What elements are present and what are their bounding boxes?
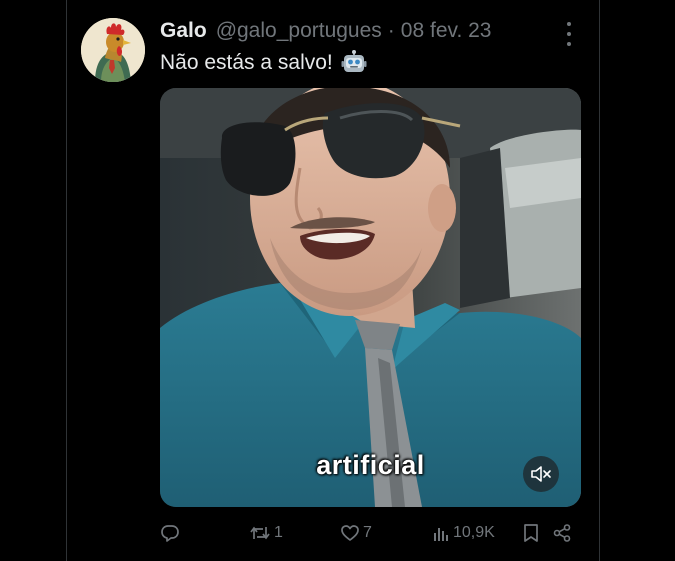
reply-button[interactable]: [160, 520, 180, 546]
tweet-date[interactable]: 08 fev. 23: [401, 19, 492, 43]
like-count: 7: [363, 524, 372, 541]
video-player[interactable]: artificial: [160, 88, 581, 507]
views-count: 10,9K: [453, 524, 495, 541]
action-bar: 1 7 10,9K: [160, 520, 581, 546]
like-button[interactable]: 7: [340, 520, 372, 546]
tweet-header: Galo @galo_portugues · 08 fev. 23: [160, 18, 491, 44]
retweet-icon: [250, 526, 270, 540]
author-name[interactable]: Galo: [160, 19, 207, 43]
robot-icon: [341, 50, 367, 76]
retweet-button[interactable]: 1: [249, 520, 283, 546]
bookmark-icon: [524, 524, 538, 542]
header-separator: ·: [387, 19, 395, 42]
speaker-muted-icon[interactable]: [523, 456, 559, 492]
heart-icon: [341, 525, 359, 541]
views-button[interactable]: 10,9K: [432, 520, 495, 546]
author-handle[interactable]: @galo_portugues: [216, 19, 382, 43]
tweet-text-content: Não estás a salvo!: [160, 51, 333, 74]
retweet-count: 1: [274, 524, 283, 541]
reply-icon: [161, 525, 179, 542]
tweet-card[interactable]: Galo @galo_portugues · 08 fev. 23 Não es…: [66, 0, 600, 561]
rooster-icon: [81, 18, 145, 82]
more-options-icon[interactable]: [565, 22, 573, 46]
video-frame: [160, 88, 581, 507]
share-icon: [553, 524, 571, 542]
share-button[interactable]: [552, 520, 572, 546]
video-caption: artificial: [316, 450, 425, 480]
bookmark-button[interactable]: [522, 520, 540, 546]
tweet-text: Não estás a salvo!: [160, 50, 367, 76]
avatar[interactable]: [81, 18, 145, 82]
views-chart-icon: [434, 528, 448, 541]
